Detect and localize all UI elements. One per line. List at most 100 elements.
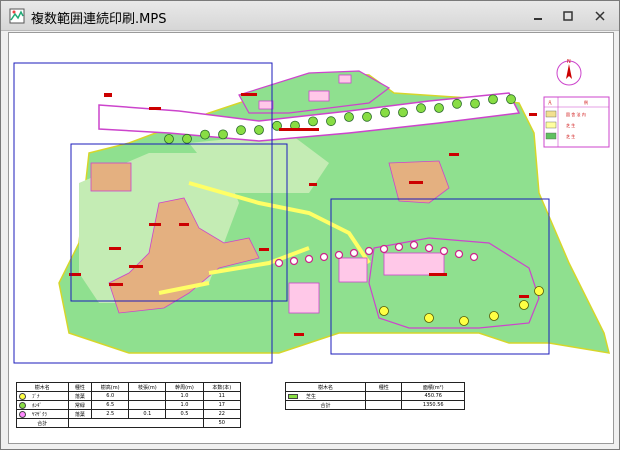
tree-name-cell: ﾌﾞﾅ — [16, 391, 69, 401]
parking-area — [288, 282, 320, 314]
tree-type-cell: 落葉 — [67, 409, 93, 419]
svg-text:N: N — [567, 59, 571, 65]
tree-table-header: 枝張(m) — [128, 382, 167, 392]
table-row: 芝生 450.76 — [284, 391, 465, 401]
tree-symbol — [459, 316, 469, 326]
tree-symbol — [439, 246, 449, 256]
tree-girth-cell: 1.0 — [165, 391, 204, 401]
tree-symbol — [274, 258, 284, 268]
area-total-label: 合計 — [284, 400, 367, 410]
tree-girth-cell: 1.0 — [165, 400, 204, 410]
area-type-cell — [365, 391, 403, 401]
area-table-header: 面積(m²) — [401, 382, 465, 392]
north-building-1 — [258, 100, 274, 110]
legend-swatch — [545, 110, 557, 118]
legend-header-left: 凡 — [548, 100, 552, 105]
tree-symbol — [379, 306, 389, 316]
tree-symbol — [319, 252, 329, 262]
tree-symbol — [409, 240, 419, 250]
tree-symbol — [519, 300, 529, 310]
tree-girth-cell: 0.5 — [165, 409, 204, 419]
tree-symbol — [304, 254, 314, 264]
tree-count-cell: 17 — [202, 400, 242, 410]
tree-symbol — [362, 111, 372, 122]
table-row: ﾎﾝｷﾞ 常緑 6.5 1.0 17 — [16, 400, 242, 410]
close-button[interactable] — [589, 7, 611, 25]
maximize-icon — [563, 11, 573, 21]
tree-symbol — [434, 103, 444, 113]
area-name: 芝生 — [306, 393, 317, 400]
tree-symbol — [349, 248, 359, 258]
tree-symbol — [534, 286, 544, 296]
tree-total-count: 50 — [202, 418, 242, 428]
table-row: ﾔﾏｻﾞｸﾗ 落葉 2.5 0.1 0.5 22 — [16, 409, 242, 419]
map-legend: 凡 例 園 舎 法 内芝 生芝 生 — [543, 96, 610, 148]
area-table-header: 樹木名 — [284, 382, 367, 392]
tree-count-cell: 22 — [202, 409, 242, 419]
tree-symbol — [454, 249, 464, 259]
tree-symbol-icon — [19, 392, 26, 400]
tree-name-cell: ﾔﾏｻﾞｸﾗ — [16, 409, 69, 419]
tree-symbol — [489, 311, 499, 321]
minimize-button[interactable] — [527, 7, 549, 25]
legend-header-right: 例 — [584, 99, 588, 105]
tree-summary-table: 樹木名 種性 樹高(m) 枝張(m) 幹周(m) 本数(本) ﾌﾞﾅ 落葉 6.0 1.0 11 ﾎ… — [16, 382, 242, 428]
tree-symbol-icon — [19, 401, 26, 409]
tree-symbol-icon — [19, 410, 26, 418]
tree-symbol — [164, 134, 174, 144]
tree-type-cell: 常緑 — [67, 400, 93, 410]
tree-type-cell: 落葉 — [67, 391, 93, 401]
tree-name: ﾔﾏｻﾞｸﾗ — [32, 411, 48, 418]
tree-symbol — [254, 125, 264, 135]
tree-height-cell: 2.5 — [91, 409, 130, 419]
tree-spread-cell — [128, 400, 167, 410]
tree-symbol — [289, 256, 299, 266]
map-canvas-area[interactable]: N 凡 例 園 舎 法 内芝 生芝 生 樹木名 種性 樹高(m) 枝張(m) 幹周(m)… — [8, 32, 614, 444]
tree-symbol — [364, 246, 374, 256]
title-bar[interactable]: 複数範囲連続印刷.MPS — [1, 1, 619, 31]
legend-swatch — [545, 132, 557, 140]
tree-total-label: 合計 — [16, 418, 69, 428]
tree-symbol — [394, 242, 404, 252]
tree-name-cell: ﾎﾝｷﾞ — [16, 400, 69, 410]
north-building-2 — [308, 90, 330, 102]
tree-table-header: 本数(本) — [202, 382, 242, 392]
tree-symbol — [326, 116, 336, 127]
tree-symbol — [379, 244, 389, 254]
legend-label: 園 舎 法 内 — [566, 111, 586, 117]
tree-symbol — [470, 98, 480, 109]
tree-symbol — [416, 103, 426, 114]
area-table-header: 種性 — [365, 382, 403, 392]
north-building-3 — [338, 74, 352, 84]
tree-symbol — [506, 94, 516, 105]
tree-table-header: 幹周(m) — [165, 382, 204, 392]
tree-symbol — [200, 129, 210, 140]
tree-spread-cell: 0.1 — [128, 409, 167, 419]
maximize-button[interactable] — [557, 7, 579, 25]
area-area-cell: 450.76 — [401, 391, 465, 401]
tree-symbol — [334, 250, 344, 260]
tennis-court-2 — [338, 257, 368, 283]
area-name-cell: 芝生 — [284, 391, 367, 401]
tree-symbol — [308, 116, 318, 127]
tree-symbol — [218, 129, 228, 140]
tree-symbol — [424, 313, 434, 323]
tree-symbol — [398, 107, 408, 118]
tree-symbol — [424, 243, 434, 253]
tree-spread-cell — [128, 391, 167, 401]
tree-table-header: 樹高(m) — [91, 382, 130, 392]
tree-name: ﾎﾝｷﾞ — [32, 402, 43, 409]
app-window: 複数範囲連続印刷.MPS N 凡 例 園 舎 法 内 芝 生 芝 生 樹木名 種… — [0, 0, 620, 450]
map-app-icon — [9, 8, 25, 24]
compass-north-icon: N — [556, 59, 582, 86]
tree-symbol — [452, 98, 462, 109]
legend-swatch — [545, 121, 557, 129]
tree-symbol — [380, 107, 390, 118]
window-title: 複数範囲連続印刷.MPS — [31, 12, 167, 27]
tennis-court-1 — [383, 252, 445, 276]
table-row: ﾌﾞﾅ 落葉 6.0 1.0 11 — [16, 391, 242, 401]
area-summary-table: 樹木名 種性 面積(m²) 芝生 450.76 合計 1350.56 — [284, 382, 465, 410]
tree-symbol — [182, 133, 192, 144]
minimize-icon — [534, 18, 542, 20]
tree-symbol — [344, 112, 354, 122]
